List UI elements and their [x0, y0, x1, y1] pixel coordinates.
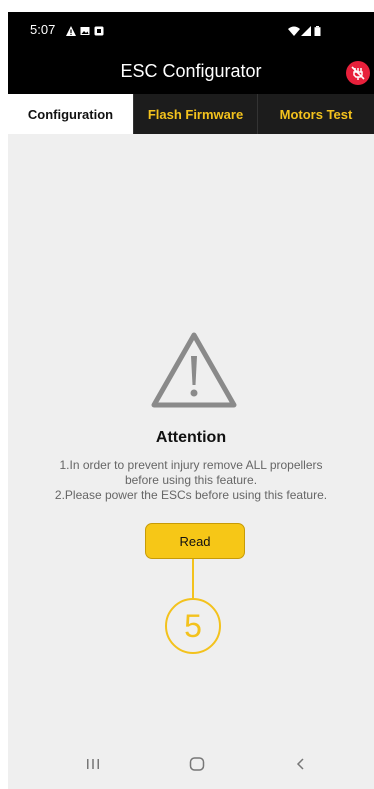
tab-bar: Configuration Flash Firmware Motors Test — [8, 94, 374, 134]
status-notification-icons — [66, 23, 104, 36]
status-time: 5:07 — [30, 22, 56, 37]
recents-button[interactable] — [78, 751, 108, 777]
image-icon — [80, 23, 90, 35]
system-nav-bar — [8, 741, 374, 789]
tab-configuration[interactable]: Configuration — [8, 94, 133, 134]
app-bar: ESC Configurator — [8, 50, 374, 94]
alert-icon — [66, 23, 76, 36]
battery-icon — [314, 23, 324, 36]
home-button[interactable] — [182, 751, 212, 777]
home-icon — [189, 757, 205, 771]
callout-line — [192, 559, 194, 599]
status-bar: 5:07 — [8, 12, 374, 50]
status-system-icons — [288, 23, 324, 36]
app-icon — [94, 23, 104, 36]
signal-icon — [301, 23, 311, 36]
usb-disconnect-icon — [351, 66, 365, 80]
app-title: ESC Configurator — [120, 61, 262, 81]
warning-triangle-icon — [151, 332, 237, 408]
tab-motors-test[interactable]: Motors Test — [257, 94, 374, 134]
back-icon — [296, 758, 304, 770]
back-button[interactable] — [286, 751, 316, 777]
tab-flash-firmware[interactable]: Flash Firmware — [133, 94, 257, 134]
safety-notice: 1.In order to prevent injury remove ALL … — [18, 458, 364, 503]
recents-icon — [87, 759, 99, 769]
usb-disconnect-button[interactable] — [346, 61, 370, 85]
phone-screen: 5:07 ESC Configurator Configuration Flas… — [8, 12, 374, 789]
step-callout-badge: 5 — [165, 598, 221, 654]
wifi-icon — [288, 23, 300, 36]
attention-heading: Attention — [155, 429, 227, 446]
read-button[interactable]: Read — [145, 523, 245, 559]
notice-line: before using this feature. — [124, 473, 258, 487]
notice-line: 1.In order to prevent injury remove ALL … — [59, 458, 323, 472]
notice-line: 2.Please power the ESCs before using thi… — [54, 488, 328, 502]
